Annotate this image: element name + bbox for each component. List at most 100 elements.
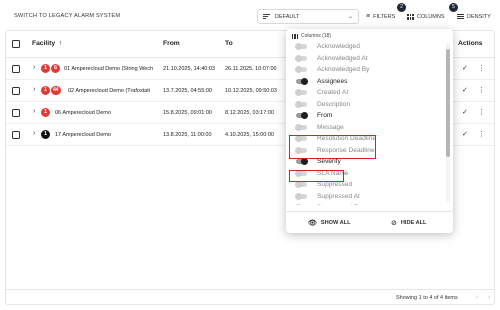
severity-badge: 44 bbox=[51, 86, 61, 95]
columns-panel-footer: 👁 SHOW ALL ⊘ HIDE ALL bbox=[286, 211, 453, 233]
column-header-to[interactable]: To bbox=[225, 40, 233, 47]
columns-panel: Columns (18) Acknowledged Acknowledged At… bbox=[286, 29, 453, 233]
from-cell: 13.7.2025, 04:55:00 bbox=[163, 88, 212, 94]
column-toggle-label: Message bbox=[317, 123, 344, 131]
expand-row-icon[interactable]: › bbox=[33, 130, 35, 137]
toggle-switch[interactable] bbox=[295, 181, 307, 189]
column-toggle-label: Acknowledged By bbox=[317, 66, 370, 74]
expand-row-icon[interactable]: › bbox=[33, 108, 35, 115]
toggle-switch[interactable] bbox=[295, 54, 307, 62]
toggle-knob bbox=[295, 123, 302, 131]
toggle-knob bbox=[295, 146, 302, 154]
column-toggle-item[interactable]: Suppressed bbox=[286, 179, 446, 191]
column-toggle-label: Suppressed At bbox=[317, 192, 360, 200]
severity-badge: 1 bbox=[41, 130, 50, 139]
chevron-right-icon[interactable]: › bbox=[488, 294, 490, 301]
chevron-left-icon[interactable]: ‹ bbox=[476, 294, 478, 301]
filters-label: FILTERS bbox=[373, 13, 396, 20]
toggle-switch[interactable] bbox=[295, 89, 307, 97]
column-toggle-item[interactable]: Response Deadline bbox=[286, 145, 446, 157]
check-icon[interactable]: ✓ bbox=[462, 108, 468, 116]
toggle-switch[interactable] bbox=[296, 77, 308, 85]
toggle-knob bbox=[295, 66, 302, 74]
column-toggle-item[interactable]: Message bbox=[286, 122, 446, 134]
column-toggle-item[interactable]: Created At bbox=[286, 87, 446, 99]
columns-list: Acknowledged Acknowledged At Acknowledged … bbox=[286, 41, 446, 205]
toggle-knob bbox=[295, 135, 302, 143]
row-checkbox[interactable] bbox=[12, 131, 20, 139]
toggle-switch[interactable] bbox=[296, 158, 308, 166]
toggle-switch[interactable] bbox=[296, 112, 308, 120]
to-cell: 10.12.2025, 09:50:03 bbox=[225, 88, 277, 94]
more-vert-icon[interactable]: ⋮ bbox=[478, 130, 485, 138]
toggle-switch[interactable] bbox=[295, 169, 307, 177]
column-toggle-item[interactable]: SLA Name bbox=[286, 168, 446, 180]
filters-button[interactable]: ≡ FILTERS 2 bbox=[366, 3, 406, 23]
filter-icon: ≡ bbox=[366, 13, 371, 20]
toggle-switch[interactable] bbox=[295, 123, 307, 131]
row-checkbox[interactable] bbox=[12, 87, 20, 95]
toggle-switch[interactable] bbox=[295, 100, 307, 108]
toggle-knob bbox=[301, 77, 308, 85]
column-toggle-item[interactable]: Acknowledged bbox=[286, 41, 446, 53]
column-toggle-item[interactable]: Acknowledged At bbox=[286, 53, 446, 65]
row-checkbox[interactable] bbox=[12, 65, 20, 73]
expand-row-icon[interactable]: › bbox=[33, 64, 35, 71]
columns-icon bbox=[292, 33, 298, 39]
column-toggle-item[interactable]: Assignees bbox=[286, 76, 446, 88]
columns-panel-title: Columns (18) bbox=[292, 33, 331, 39]
column-toggle-item[interactable]: Severity bbox=[286, 156, 446, 168]
expand-row-icon[interactable]: › bbox=[33, 86, 35, 93]
severity-badge: 6 bbox=[51, 64, 60, 73]
switch-legacy-link[interactable]: SWITCH TO LEGACY ALARM SYSTEM bbox=[14, 13, 120, 19]
toggle-switch[interactable] bbox=[295, 135, 307, 143]
density-button[interactable]: DENSITY bbox=[457, 10, 491, 23]
toggle-knob bbox=[295, 204, 302, 205]
column-toggle-item[interactable]: Suppressed By bbox=[286, 202, 446, 205]
columns-label: COLUMNS bbox=[417, 13, 445, 20]
columns-icon bbox=[407, 13, 414, 20]
column-toggle-label: Suppressed By bbox=[317, 204, 362, 205]
facility-cell: 06 Amperecloud Demo bbox=[55, 110, 111, 116]
to-cell: 26.11.2025, 10:07:00 bbox=[225, 66, 277, 72]
view-select[interactable]: DEFAULT ⌄ bbox=[257, 9, 359, 24]
toggle-knob bbox=[295, 192, 302, 200]
more-vert-icon[interactable]: ⋮ bbox=[478, 108, 485, 116]
more-vert-icon[interactable]: ⋮ bbox=[478, 64, 485, 72]
hide-all-button[interactable]: ⊘ HIDE ALL bbox=[391, 219, 426, 227]
column-toggle-item[interactable]: Suppressed At bbox=[286, 191, 446, 203]
toggle-switch[interactable] bbox=[295, 66, 307, 74]
more-vert-icon[interactable]: ⋮ bbox=[478, 86, 485, 94]
check-icon[interactable]: ✓ bbox=[462, 64, 468, 72]
column-toggle-label: From bbox=[317, 112, 333, 120]
toggle-switch[interactable] bbox=[295, 43, 307, 51]
column-toggle-label: Description bbox=[317, 100, 350, 108]
toggle-switch[interactable] bbox=[295, 146, 307, 154]
density-label: DENSITY bbox=[467, 13, 491, 20]
column-toggle-label: Response Deadline bbox=[317, 146, 375, 154]
column-toggle-item[interactable]: Resolution Deadline bbox=[286, 133, 446, 145]
show-all-button[interactable]: 👁 SHOW ALL bbox=[308, 219, 351, 227]
toggle-knob bbox=[295, 169, 302, 177]
check-icon[interactable]: ✓ bbox=[462, 86, 468, 94]
column-toggle-item[interactable]: Acknowledged By bbox=[286, 64, 446, 76]
column-header-from[interactable]: From bbox=[163, 40, 180, 47]
row-checkbox[interactable] bbox=[12, 109, 20, 117]
scrollbar-thumb[interactable] bbox=[446, 49, 450, 157]
select-all-checkbox[interactable] bbox=[12, 40, 20, 48]
column-toggle-label: Suppressed bbox=[317, 181, 353, 189]
check-icon[interactable]: ✓ bbox=[462, 130, 468, 138]
toolbar: SWITCH TO LEGACY ALARM SYSTEM DEFAULT ⌄ … bbox=[0, 0, 500, 30]
toggle-knob bbox=[301, 158, 308, 166]
column-header-facility[interactable]: Facility ↑ bbox=[32, 40, 62, 47]
column-toggle-item[interactable]: From bbox=[286, 110, 446, 122]
columns-scrollbar[interactable] bbox=[446, 43, 450, 203]
toggle-switch[interactable] bbox=[295, 192, 307, 200]
column-toggle-item[interactable]: Description bbox=[286, 99, 446, 111]
view-select-value: DEFAULT bbox=[275, 13, 300, 20]
toggle-knob bbox=[295, 54, 302, 62]
facility-cell: 01 Amperecloud Demo (String Wech bbox=[64, 66, 154, 72]
toggle-knob bbox=[295, 89, 302, 97]
columns-button[interactable]: COLUMNS 5 bbox=[407, 3, 458, 23]
eye-off-icon: ⊘ bbox=[391, 220, 397, 227]
